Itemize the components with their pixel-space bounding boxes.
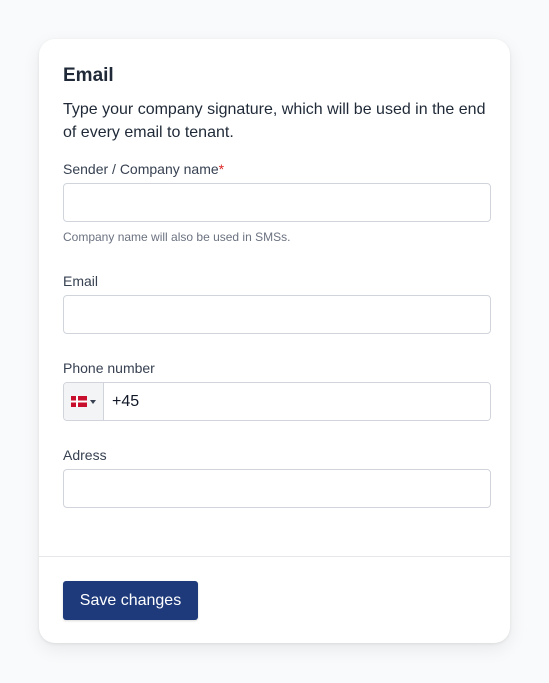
company-name-label-text: Sender / Company name bbox=[63, 161, 219, 177]
required-marker: * bbox=[218, 161, 225, 177]
country-select-button[interactable] bbox=[64, 383, 104, 420]
email-label: Email bbox=[63, 273, 99, 289]
address-label: Adress bbox=[63, 447, 107, 463]
denmark-flag-icon bbox=[71, 396, 87, 407]
chevron-down-icon bbox=[90, 399, 96, 404]
email-settings-card: Email Type your company signature, which… bbox=[39, 39, 510, 643]
company-name-input[interactable] bbox=[63, 183, 491, 222]
phone-input-group bbox=[63, 382, 491, 421]
email-input[interactable] bbox=[63, 295, 491, 334]
company-name-label: Sender / Company name* bbox=[63, 161, 491, 178]
footer-divider bbox=[39, 556, 510, 557]
company-name-help: Company name will also be used in SMSs. bbox=[63, 230, 291, 244]
phone-number-input[interactable] bbox=[104, 383, 490, 420]
save-changes-button[interactable]: Save changes bbox=[63, 581, 198, 620]
email-field: Email bbox=[63, 273, 491, 334]
company-name-field: Sender / Company name* Company name will… bbox=[63, 161, 491, 245]
card-description: Type your company signature, which will … bbox=[63, 101, 486, 141]
address-field: Adress bbox=[63, 447, 491, 508]
card-body: Email Type your company signature, which… bbox=[39, 39, 510, 508]
address-input[interactable] bbox=[63, 469, 491, 508]
card-title: Email bbox=[63, 65, 114, 86]
phone-label: Phone number bbox=[63, 360, 155, 376]
phone-field: Phone number bbox=[63, 360, 491, 421]
